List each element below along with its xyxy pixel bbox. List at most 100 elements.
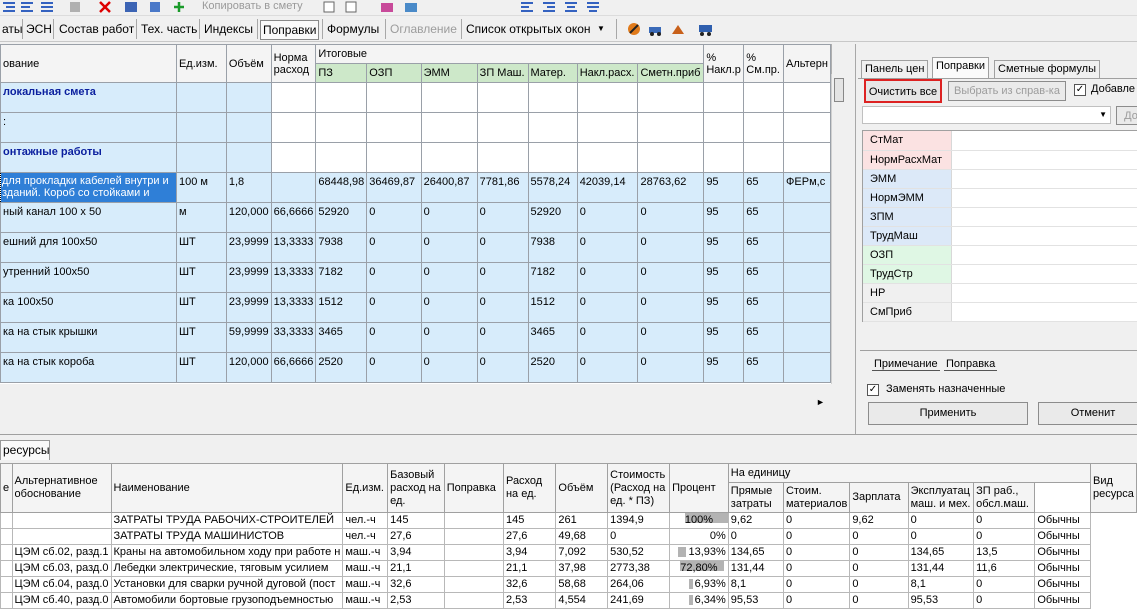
grid-cell-pz[interactable]: [315, 112, 368, 143]
correction-row[interactable]: НР: [863, 283, 1137, 303]
correction-row[interactable]: НормЭММ: [863, 188, 1137, 208]
resource-cell-mat[interactable]: 0: [782, 592, 851, 609]
grid-row[interactable]: ешний для 100х50 ШТ 23,9999 13,3333 7938 0 0 0 7…: [0, 232, 831, 263]
resource-cell-marker[interactable]: [0, 528, 13, 545]
grid-cell-pz[interactable]: 3465: [315, 322, 368, 353]
col-sal-header[interactable]: Зарплата: [849, 482, 909, 513]
col-alt-header[interactable]: Альтерн: [783, 44, 831, 83]
resource-cell-name[interactable]: ЗАТРАТЫ ТРУДА МАШИНИСТОВ: [110, 528, 344, 545]
grid-cell-alt[interactable]: [783, 262, 831, 293]
resource-cell-sal[interactable]: 0: [849, 576, 909, 593]
resource-cell-marker[interactable]: [0, 544, 13, 561]
resource-cell-base[interactable]: 145: [387, 512, 445, 529]
grid-cell-ozp[interactable]: 0: [366, 202, 422, 233]
resource-cell-mach[interactable]: 131,44: [907, 560, 975, 577]
grid-cell-smetn[interactable]: 0: [637, 202, 705, 233]
grid-cell-norm[interactable]: [270, 142, 317, 173]
grid-cell-zpm[interactable]: 7781,86: [476, 172, 529, 203]
correction-row[interactable]: НормРасхМат: [863, 150, 1137, 170]
grid-cell-alt[interactable]: [783, 202, 831, 233]
grid-cell-emm[interactable]: 26400,87: [420, 172, 478, 203]
delete-icon[interactable]: [98, 1, 112, 13]
resource-cell-cost[interactable]: 241,69: [607, 592, 671, 609]
resource-cell-alt[interactable]: [11, 512, 112, 529]
grid-row[interactable]: ка на стык короба ШТ 120,000 66,6666 2520 0 0 0…: [0, 352, 831, 383]
grid-cell-ozp[interactable]: 0: [366, 352, 422, 383]
col-alt-basis-header[interactable]: Альтернативное обоснование: [11, 463, 112, 513]
correction-row[interactable]: СмПриб: [863, 302, 1137, 322]
col-corr-header[interactable]: Поправка: [443, 463, 504, 513]
col-emm-header[interactable]: ЭММ: [420, 63, 478, 83]
truck-icon[interactable]: [698, 22, 714, 36]
resource-cell-type[interactable]: Обычны: [1034, 544, 1092, 561]
grid-cell-mater[interactable]: 7938: [527, 232, 578, 263]
grid-cell-psm[interactable]: [743, 82, 785, 113]
scrollbar-thumb[interactable]: [834, 78, 844, 102]
resource-cell-name[interactable]: Установки для сварки ручной дуговой (пос…: [110, 576, 344, 593]
grid-cell-ozp[interactable]: 0: [366, 232, 422, 263]
excavator-icon[interactable]: [648, 22, 664, 36]
grid-cell-smetn[interactable]: 0: [637, 232, 705, 263]
grid-cell-mater[interactable]: 5578,24: [527, 172, 578, 203]
corrections-list[interactable]: СтМат НормРасхМат ЭММ НормЭММ ЗПМ ТрудМаш ОЗП Т…: [862, 130, 1137, 322]
resource-row[interactable]: ЦЭМ сб.02, разд.1 Краны на автомобильном …: [0, 544, 1137, 561]
col-pz-header[interactable]: ПЗ: [315, 63, 368, 83]
grid-cell-volume[interactable]: [225, 82, 272, 113]
grid-cell-zpm[interactable]: 0: [476, 352, 529, 383]
grid-cell-emm[interactable]: [420, 142, 478, 173]
correction-value-input[interactable]: [950, 207, 1137, 227]
grid-cell-psm[interactable]: 65: [743, 202, 785, 233]
grid-cell-zpm[interactable]: 0: [476, 322, 529, 353]
resource-cell-mach[interactable]: 95,53: [907, 592, 975, 609]
resource-cell-alt[interactable]: ЦЭМ сб.03, разд.0: [11, 560, 112, 577]
resource-cell-sal[interactable]: 0: [849, 528, 909, 545]
resource-cell-mat[interactable]: 0: [782, 512, 851, 529]
col-smetn-header[interactable]: Сметн.приб: [637, 63, 705, 83]
grid-cell-pz[interactable]: 68448,98: [315, 172, 368, 203]
copy-icon[interactable]: [148, 1, 162, 13]
grid-cell-mater[interactable]: 7182: [527, 262, 578, 293]
grid-cell-nakl[interactable]: [576, 82, 639, 113]
resource-cell-marker[interactable]: [0, 592, 13, 609]
col-nakl-header[interactable]: Накл.расх.: [576, 63, 639, 83]
grid-cell-ozp[interactable]: [366, 82, 422, 113]
grid-cell-mater[interactable]: [527, 82, 578, 113]
grid-cell-pnakl[interactable]: [703, 82, 745, 113]
resource-cell-direct[interactable]: 131,44: [727, 560, 784, 577]
grid-cell-unit[interactable]: [175, 112, 227, 143]
resource-cell-alt[interactable]: [11, 528, 112, 545]
grid-cell-emm[interactable]: 0: [420, 262, 478, 293]
col-name-header[interactable]: ование: [0, 44, 177, 83]
bottom-splitter[interactable]: [0, 434, 1137, 435]
col-base-header[interactable]: Базовый расход на ед.: [387, 463, 445, 513]
grid-cell-pz[interactable]: [315, 142, 368, 173]
resource-cell-rate[interactable]: 21,1: [502, 560, 557, 577]
grid-cell-volume[interactable]: 120,000: [225, 352, 272, 383]
correction-value-input[interactable]: [950, 264, 1137, 284]
grid-cell-alt[interactable]: [783, 82, 831, 113]
grid-cell-pz[interactable]: 52920: [315, 202, 368, 233]
grid-cell-smetn[interactable]: [637, 112, 705, 143]
grid-cell-pnakl[interactable]: [703, 142, 745, 173]
tab-correction[interactable]: Поправка: [944, 358, 998, 371]
grid-cell-smetn[interactable]: [637, 82, 705, 113]
resource-cell-direct[interactable]: 95,53: [727, 592, 784, 609]
resource-cell-vol[interactable]: 37,98: [555, 560, 609, 577]
correction-row[interactable]: ТрудМаш: [863, 226, 1137, 246]
correction-value-input[interactable]: [950, 245, 1137, 265]
estimate-grid[interactable]: ование Ед.изм. Объём Норма расход Итогов…: [0, 44, 832, 384]
col-res-type-header[interactable]: Вид ресурса: [1090, 463, 1137, 513]
grid-cell-alt[interactable]: [783, 112, 831, 143]
col-direct-header[interactable]: Прямые затраты: [727, 482, 784, 513]
grid-cell-mater[interactable]: 1512: [527, 292, 578, 323]
grid-cell-emm[interactable]: [420, 112, 478, 143]
scroll-right-icon[interactable]: ►: [816, 397, 825, 407]
grid-cell-mater[interactable]: 2520: [527, 352, 578, 383]
resource-cell-unit[interactable]: маш.-ч: [342, 576, 389, 593]
resources-grid[interactable]: е Альтернативное обоснование Наименовани…: [0, 463, 1137, 610]
resource-row[interactable]: ЗАТРАТЫ ТРУДА МАШИНИСТОВ чел.-ч 27,6 27,6 49…: [0, 528, 1137, 545]
resource-cell-corr[interactable]: [443, 576, 504, 593]
resource-cell-cost[interactable]: 1394,9: [607, 512, 671, 529]
grid-cell-nakl[interactable]: 42039,14: [576, 172, 639, 203]
replace-checkbox[interactable]: ✓: [867, 384, 879, 396]
